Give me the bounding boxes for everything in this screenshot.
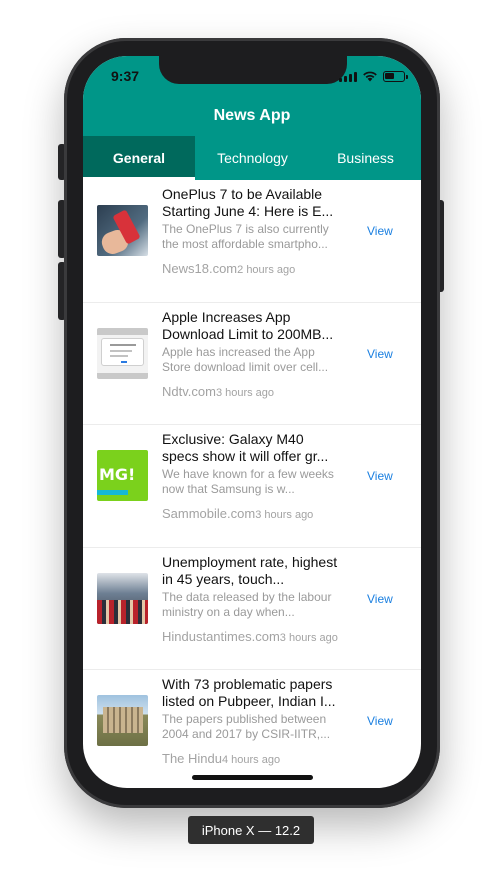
news-meta: News18.com2 hours ago — [162, 260, 344, 278]
view-button[interactable]: View — [367, 592, 393, 606]
view-button[interactable]: View — [367, 469, 393, 483]
news-description: We have known for a few weeks now that S… — [162, 467, 334, 496]
tab-technology[interactable]: Technology — [195, 136, 310, 180]
news-time: 4 hours ago — [221, 754, 281, 766]
news-row[interactable]: OnePlus 7 to be Available Starting June … — [83, 180, 421, 303]
news-description: Apple has increased the App Store downlo… — [162, 344, 329, 374]
app-header: 9:37 News App General Technology Busines… — [83, 56, 421, 180]
news-thumbnail — [97, 695, 148, 746]
battery-icon — [383, 70, 408, 82]
news-row[interactable]: With 73 problematic papers listed on Pub… — [83, 670, 421, 788]
device-caption: iPhone X — 12.2 — [188, 816, 314, 844]
news-source: News18.com — [162, 261, 238, 276]
news-text: OnePlus 7 to be Available Starting June … — [162, 186, 344, 278]
news-time: 2 hours ago — [237, 264, 296, 276]
news-time: 3 hours ago — [255, 509, 314, 521]
signal-icon — [339, 71, 357, 82]
app-title: News App — [213, 107, 291, 124]
news-text: Unemployment rate, highest in 45 years, … — [162, 554, 344, 646]
view-button[interactable]: View — [367, 714, 393, 728]
tab-bar: General Technology Business — [83, 136, 421, 180]
news-title: With 73 problematic papers listed on Pub… — [162, 676, 336, 709]
news-text: Apple Increases App Download Limit to 20… — [162, 309, 344, 401]
news-row[interactable]: MG! Exclusive: Galaxy M40 specs show it … — [83, 425, 421, 548]
news-description: The data released by the labour ministry… — [162, 589, 332, 619]
news-thumbnail — [97, 205, 148, 256]
news-source: Hindustantimes.com — [162, 628, 280, 644]
status-icons — [339, 70, 408, 82]
device-notch — [159, 56, 347, 84]
news-title: Apple Increases App Download Limit to 20… — [162, 308, 334, 342]
tab-general[interactable]: General — [83, 136, 195, 180]
news-list: OnePlus 7 to be Available Starting June … — [83, 180, 421, 788]
tab-business[interactable]: Business — [310, 136, 421, 180]
news-source: The Hindu — [162, 751, 222, 766]
news-meta: The Hindu4 hours ago — [162, 750, 344, 768]
news-time: 3 hours ago — [279, 631, 338, 644]
view-button[interactable]: View — [367, 224, 393, 238]
news-title: Exclusive: Galaxy M40 specs show it will… — [162, 431, 329, 464]
news-thumbnail: MG! — [97, 450, 148, 501]
news-meta: Hindustantimes.com3 hours ago — [162, 628, 344, 646]
news-text: With 73 problematic papers listed on Pub… — [162, 676, 344, 768]
status-time: 9:37 — [111, 68, 140, 84]
news-title: Unemployment rate, highest in 45 years, … — [162, 553, 338, 587]
news-text: Exclusive: Galaxy M40 specs show it will… — [162, 431, 344, 523]
news-thumbnail — [97, 327, 148, 379]
simulator-stage: 9:37 News App General Technology Busines… — [0, 0, 503, 880]
news-source: Sammobile.com — [162, 506, 256, 521]
news-title: OnePlus 7 to be Available Starting June … — [162, 186, 334, 219]
news-thumbnail — [97, 572, 148, 624]
news-description: The papers published between 2004 and 20… — [162, 712, 331, 741]
view-button[interactable]: View — [367, 347, 393, 361]
news-time: 3 hours ago — [215, 386, 275, 399]
news-description: The OnePlus 7 is also currently the most… — [162, 222, 329, 251]
wifi-icon — [363, 71, 377, 82]
news-meta: Ndtv.com3 hours ago — [162, 383, 344, 401]
news-row[interactable]: Apple Increases App Download Limit to 20… — [83, 303, 421, 425]
phone-screen: 9:37 News App General Technology Busines… — [83, 56, 421, 788]
news-source: Ndtv.com — [162, 383, 216, 399]
news-meta: Sammobile.com3 hours ago — [162, 505, 344, 523]
news-row[interactable]: Unemployment rate, highest in 45 years, … — [83, 548, 421, 670]
home-indicator[interactable] — [192, 775, 313, 780]
